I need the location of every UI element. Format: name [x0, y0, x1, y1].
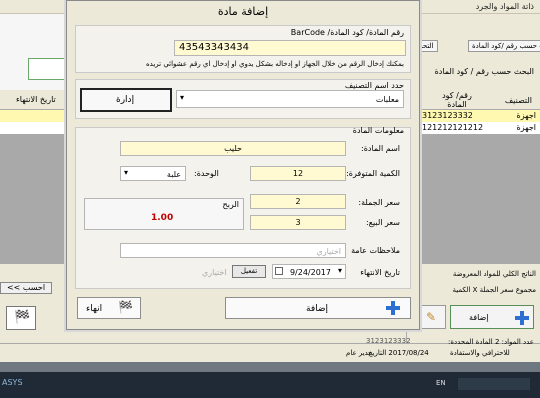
item-info-label: معلومات المادة	[352, 126, 404, 135]
main-add-label: إضافة	[469, 313, 489, 322]
status-slogan: للاحترافي والاستفادة	[450, 349, 510, 357]
notes-placeholder: اختياري	[316, 247, 341, 256]
unit-select-value: علبة	[166, 170, 181, 179]
dialog-title: إضافة مادة	[67, 1, 419, 23]
profit-value: 1.00	[151, 213, 174, 223]
table-row-right[interactable]: اجهزة 121212121212	[420, 122, 540, 134]
profit-box: الربح 1.00	[84, 198, 244, 230]
barcode-group: رقم المادة/ كود المادة/ BarCode 43543343…	[75, 25, 411, 73]
status-date: 2017/08/24 التاريخ	[368, 349, 429, 357]
dialog-close-label: انهاء	[86, 304, 103, 314]
grid-header-category: التصنيف	[504, 96, 532, 105]
edit-button[interactable]: ✎	[416, 305, 446, 329]
barcode-label: رقم المادة/ كود المادة/ BarCode	[290, 28, 404, 37]
chevron-down-icon: ▾	[124, 168, 129, 177]
total-label: الناتج الكلي للمواد المعروضة	[452, 270, 536, 278]
category-select[interactable]: معلبات ▾	[176, 90, 404, 108]
wholesale-input[interactable]: 2	[250, 194, 346, 209]
status-shown-count: عدد المواد: 2 المادة المحددة:	[447, 338, 534, 346]
item-info-group: معلومات المادة اسم المادة: حليب الكمية ا…	[75, 126, 411, 289]
calendar-icon: ▾	[337, 266, 342, 275]
tab-search-code[interactable]: البحث حسب رقم /كود المادة	[468, 40, 540, 52]
pencil-icon: ✎	[426, 310, 437, 324]
management-button[interactable]: إدارة	[80, 88, 172, 112]
prev-button[interactable]: << احسب	[0, 282, 52, 294]
expiry-optional-label: اختياري	[202, 268, 227, 277]
barcode-input[interactable]: 43543343434	[174, 40, 406, 56]
taskbar-lang[interactable]: EN	[436, 379, 446, 387]
category-group-label: حدد اسم التصنيف	[344, 81, 404, 90]
profit-label: الربح	[222, 200, 239, 209]
main-window-title: ذاتة المواد والجرد	[475, 2, 534, 11]
taskbar: ASYS EN	[0, 372, 540, 398]
notes-input[interactable]: اختياري	[120, 243, 346, 258]
unit-label: الوحدة:	[194, 169, 219, 178]
search-label: البحث حسب رقم / كود المادة	[434, 67, 534, 76]
quantity-input[interactable]: 12	[250, 166, 346, 181]
expiry-checkbox[interactable]	[275, 267, 283, 275]
cell-code: 121212121212	[422, 123, 484, 132]
unit-select[interactable]: علبة ▾	[120, 166, 186, 181]
checkered-flag-icon: 🏁	[14, 310, 31, 325]
chevron-down-icon: ▾	[180, 93, 185, 102]
add-item-dialog: إضافة مادة رقم المادة/ كود المادة/ BarCo…	[66, 0, 420, 330]
quantity-label: الكمية المتوفرة:	[346, 169, 400, 178]
status-selected-code: 3123123332	[366, 337, 411, 345]
barcode-hint: بمكنك إدخال الرقم من خلال الجهاز او إدخا…	[146, 60, 404, 68]
management-button-label: إدارة	[116, 95, 135, 105]
expiry-toggle-button[interactable]: تفعيل	[232, 265, 266, 278]
grid-empty-area-right	[420, 134, 540, 264]
sale-input[interactable]: 3	[250, 215, 346, 230]
checkered-flag-icon: 🏁	[118, 300, 133, 314]
taskbar-app-label[interactable]: ASYS	[2, 378, 23, 387]
cell-category: اجهزة	[516, 111, 536, 120]
status-user: مدير عام	[346, 349, 373, 357]
sale-label: سعر البيع:	[366, 218, 400, 227]
expiry-date-picker[interactable]: 9/24/2017 ▾	[272, 264, 346, 279]
taskbar-tray	[458, 378, 530, 390]
name-input[interactable]: حليب	[120, 141, 346, 156]
name-label: اسم المادة:	[361, 144, 400, 153]
exit-flag-button[interactable]: 🏁	[6, 306, 36, 330]
cell-category: اجهزة	[516, 123, 536, 132]
expiry-date-value: 9/24/2017	[289, 268, 331, 277]
wholesale-label: سعر الجملة:	[358, 198, 400, 207]
main-add-button[interactable]: إضافة	[450, 305, 534, 329]
table-row-selected-right[interactable]: اجهزة 3123123332	[420, 110, 540, 122]
cell-code: 3123123332	[422, 111, 473, 120]
dialog-add-label: إضافة	[306, 304, 329, 314]
grid-header-right: التصنيف رقم/ كود المادة	[420, 90, 540, 110]
plus-icon	[515, 311, 529, 325]
category-group: حدد اسم التصنيف معلبات ▾ إدارة	[75, 79, 411, 119]
dialog-close-button[interactable]: 🏁 انهاء	[77, 297, 141, 319]
grid-header-code: رقم/ كود المادة	[442, 91, 472, 109]
total-sub-label: مجموع سعر الجملة X الكمية	[452, 286, 537, 294]
dialog-add-button[interactable]: إضافة	[225, 297, 411, 319]
expiry-label: تاريخ الانتهاء	[360, 268, 400, 277]
notes-label: ملاحظات عامة	[351, 246, 400, 255]
status-bar: عدد المواد: 2 المادة المحددة: 3123123332…	[0, 337, 540, 362]
grid-header-expiry: تاريخ الانتهاء	[16, 95, 56, 104]
left-green-box[interactable]	[28, 58, 68, 80]
category-select-value: معلبات	[375, 95, 399, 104]
plus-icon	[386, 301, 400, 315]
